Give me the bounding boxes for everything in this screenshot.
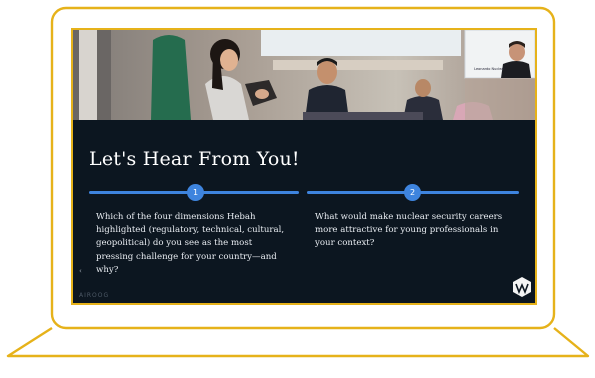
slide-title: Let's Hear From You! bbox=[89, 148, 300, 170]
presentation-screen: Leonardo Nuclear Let's Hear From You! 1 … bbox=[71, 28, 537, 305]
logo-icon bbox=[513, 277, 531, 297]
step-1-badge: 1 bbox=[187, 184, 204, 201]
footer-faint-text: AIROOG bbox=[79, 292, 110, 299]
step-1-question: Which of the four dimensions Hebah highl… bbox=[96, 212, 285, 275]
participant-name-label: Leonardo Nuclear bbox=[474, 67, 505, 71]
previous-arrow-icon[interactable]: ‹ bbox=[79, 267, 82, 275]
audience-photo bbox=[73, 30, 535, 120]
step-2-badge: 2 bbox=[404, 184, 421, 201]
step-2-question: What would make nuclear security careers… bbox=[315, 212, 503, 249]
